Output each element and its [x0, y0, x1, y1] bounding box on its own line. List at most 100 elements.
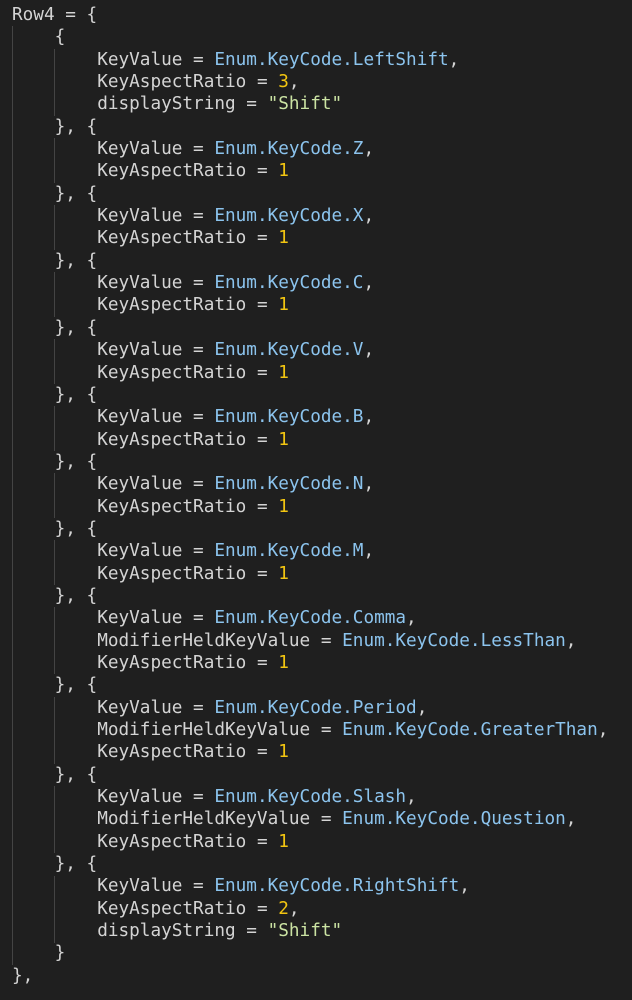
code-token: =	[235, 94, 268, 115]
code-token: =	[182, 541, 215, 562]
code-line: }, {	[12, 853, 608, 875]
code-token: =	[182, 876, 215, 897]
code-token: Enum.KeyCode.	[214, 608, 353, 629]
code-token: Enum.KeyCode.	[214, 340, 353, 361]
code-line: KeyAspectRatio = 1	[12, 294, 608, 316]
code-token: ,	[363, 474, 375, 495]
code-token: =	[310, 809, 343, 830]
code-token: Enum.KeyCode.	[214, 49, 353, 70]
code-token: =	[246, 742, 279, 763]
code-token: Enum.KeyCode.	[214, 697, 353, 718]
code-token: }, {	[12, 854, 98, 875]
code-token: ,	[363, 407, 375, 428]
code-line: KeyAspectRatio = 1	[12, 831, 608, 853]
code-token: Enum.KeyCode.	[214, 876, 353, 897]
code-token: =	[182, 787, 215, 808]
key-value: Comma	[352, 608, 407, 629]
code-line: KeyValue = Enum.KeyCode.RightShift,	[12, 875, 608, 897]
indent-guide	[54, 339, 55, 384]
code-token: =	[310, 720, 343, 740]
code-line: KeyAspectRatio = 1	[12, 741, 608, 763]
code-token: ModifierHeldKeyValue	[97, 630, 311, 651]
code-token: =	[182, 697, 215, 718]
code-line: }, {	[12, 183, 608, 205]
code-editor[interactable]: Row4 = { { KeyValue = Enum.KeyCode.LeftS…	[12, 4, 608, 987]
code-line: KeyAspectRatio = 2,	[12, 898, 608, 920]
code-token: KeyValue	[97, 787, 183, 808]
key-value: Z	[352, 139, 364, 160]
code-line: Row4 = {	[12, 4, 608, 26]
code-token: Enum.KeyCode.	[214, 206, 353, 227]
code-token: KeyAspectRatio	[97, 295, 247, 316]
code-line: }, {	[12, 317, 608, 339]
code-token: }, {	[12, 585, 98, 606]
code-token: KeyAspectRatio	[97, 496, 247, 517]
code-token: KeyAspectRatio	[97, 652, 247, 673]
code-line: KeyAspectRatio = 1	[12, 652, 608, 674]
code-token: ,	[363, 340, 375, 361]
indent-guide	[54, 696, 55, 764]
code-token: =	[310, 630, 343, 651]
aspect-ratio-value: 2	[278, 898, 289, 919]
code-token: =	[246, 563, 279, 584]
code-line: }, {	[12, 764, 608, 786]
code-line: KeyValue = Enum.KeyCode.Comma,	[12, 607, 608, 629]
indent-guide	[54, 786, 55, 854]
code-token: KeyValue	[97, 206, 183, 227]
code-token: KeyValue	[97, 49, 183, 70]
code-token: }	[12, 943, 66, 964]
code-token: Enum.KeyCode.	[342, 630, 481, 651]
indent-guide	[54, 540, 55, 586]
code-token: KeyValue	[97, 608, 183, 629]
modifier-value: GreaterThan	[480, 720, 598, 740]
code-token: KeyAspectRatio	[97, 161, 247, 182]
key-value: M	[352, 541, 364, 562]
code-line: KeyAspectRatio = 1	[12, 496, 608, 518]
code-token: KeyAspectRatio	[97, 898, 247, 919]
code-line: ModifierHeldKeyValue = Enum.KeyCode.Less…	[12, 630, 608, 652]
code-token: KeyValue	[97, 407, 183, 428]
code-token: ,	[597, 720, 609, 740]
code-token: =	[246, 831, 279, 852]
code-line: {	[12, 26, 608, 48]
display-string-value: "Shift"	[267, 921, 343, 942]
key-value: LeftShift	[352, 49, 449, 70]
code-token: =	[182, 407, 215, 428]
indent-guide	[54, 48, 55, 116]
aspect-ratio-value: 1	[278, 742, 289, 763]
code-token: }, {	[12, 116, 98, 137]
code-token: =	[182, 139, 215, 160]
key-value: B	[352, 407, 364, 428]
code-token: Enum.KeyCode.	[214, 139, 353, 160]
aspect-ratio-value: 1	[278, 831, 289, 852]
code-token: }, {	[12, 317, 98, 338]
indent-guide	[54, 473, 55, 519]
code-token: ,	[363, 541, 375, 562]
key-value: C	[352, 273, 364, 294]
code-token: =	[182, 340, 215, 361]
code-token: =	[246, 429, 279, 450]
code-token: KeyValue	[97, 697, 183, 718]
code-token: {	[12, 27, 66, 48]
code-token: ,	[288, 72, 300, 93]
code-token: =	[246, 652, 279, 673]
code-token: ,	[565, 809, 577, 830]
code-token: =	[246, 496, 279, 517]
code-token: Enum.KeyCode.	[214, 273, 353, 294]
code-token: ,	[363, 273, 375, 294]
code-line: }, {	[12, 116, 608, 138]
key-value: N	[352, 474, 364, 495]
code-line: KeyValue = Enum.KeyCode.M,	[12, 540, 608, 562]
code-token: KeyAspectRatio	[97, 429, 247, 450]
code-token: displayString	[97, 921, 236, 942]
variable-name: Row4	[12, 5, 55, 25]
code-token: =	[246, 295, 279, 316]
code-token: Enum.KeyCode.	[214, 787, 353, 808]
code-line: displayString = "Shift"	[12, 920, 608, 942]
code-token: Enum.KeyCode.	[214, 474, 353, 495]
indent-guide	[54, 607, 55, 675]
code-token: KeyAspectRatio	[97, 831, 247, 852]
code-token: =	[182, 474, 215, 495]
code-token: ,	[363, 139, 375, 160]
code-line: }, {	[12, 451, 608, 473]
